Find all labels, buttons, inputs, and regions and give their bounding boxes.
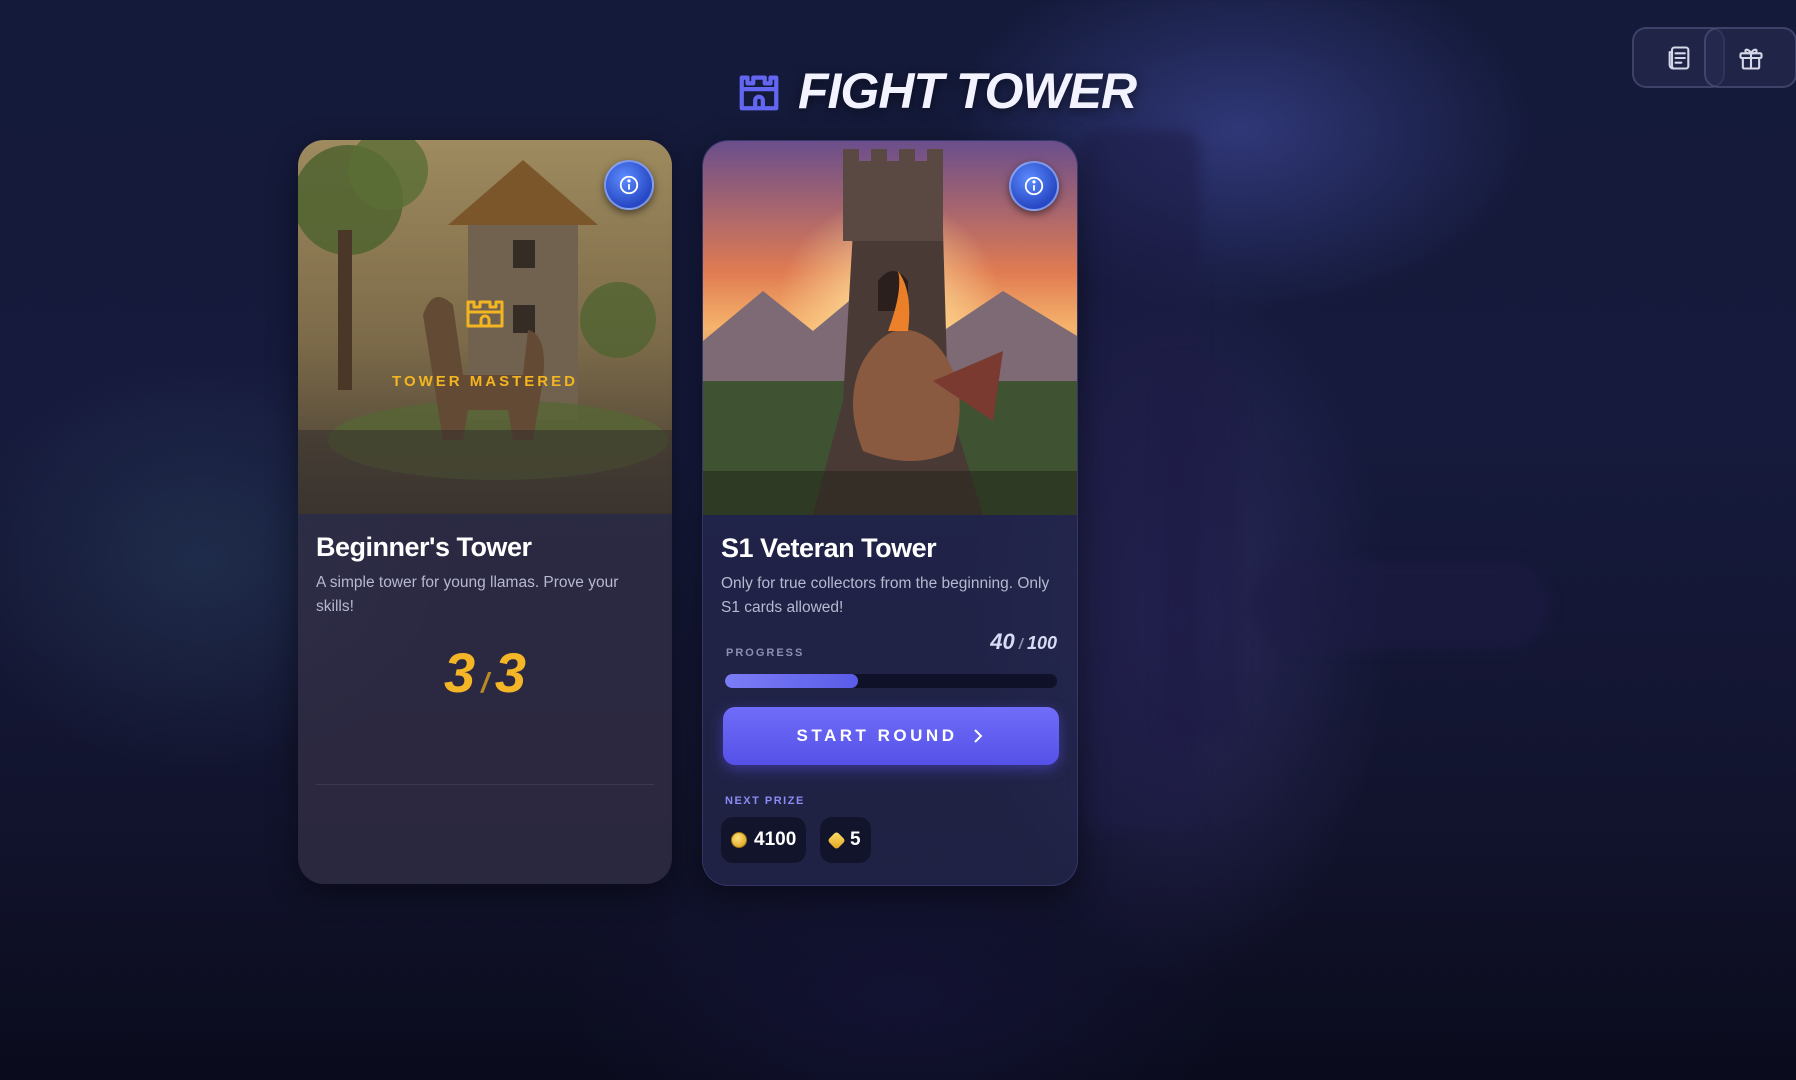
info-icon [619,175,639,195]
tower-description: Only for true collectors from the beginn… [721,575,1050,616]
background-spire [1160,360,1240,740]
news-icon [1668,45,1689,70]
progress-bar-fill [725,674,858,688]
prize-coins-value: 4100 [754,829,797,850]
progress-label: PROGRESS [726,647,805,659]
info-button[interactable] [604,160,654,210]
prize-gems-value: 5 [850,829,861,850]
page-title: FIGHT TOWER [798,63,1137,119]
prize-coins: 4100 [721,817,807,863]
card-divider [316,784,654,785]
progress-value: 40/100 [990,629,1057,654]
gift-icon [1738,48,1763,70]
info-button[interactable] [1009,161,1059,211]
tower-card-beginners[interactable]: TOWER MASTERED Beginner's Tower A simple… [298,140,672,884]
score-max: 3 [494,641,527,704]
tower-title: S1 Veteran Tower [721,533,937,563]
tower-mastered-label: TOWER MASTERED [392,373,578,390]
score-current: 3 [443,641,476,704]
progress-bar [725,674,1057,688]
prize-gems: 5 [820,817,871,863]
info-icon [1024,176,1044,196]
tower-score: 3/3 [443,641,527,704]
tower-description: A simple tower for young llamas. Prove y… [316,574,619,615]
tower-title: Beginner's Tower [316,532,532,562]
gem-icon [827,830,846,850]
tower-card-s1-veteran[interactable]: S1 Veteran Tower Only for true collector… [702,140,1078,886]
background-cliff [1250,560,1550,650]
chevron-right-icon [974,729,983,743]
page-header: FIGHT TOWER [736,62,1137,120]
next-prize-label: NEXT PRIZE [725,795,805,807]
progress-current: 40 [990,629,1015,654]
gift-button[interactable] [1704,27,1796,88]
start-round-label: START ROUND [796,726,958,745]
castle-icon [739,75,779,111]
start-round-button[interactable]: START ROUND [723,707,1059,765]
coin-icon [731,832,747,848]
progress-max: 100 [1026,633,1057,653]
